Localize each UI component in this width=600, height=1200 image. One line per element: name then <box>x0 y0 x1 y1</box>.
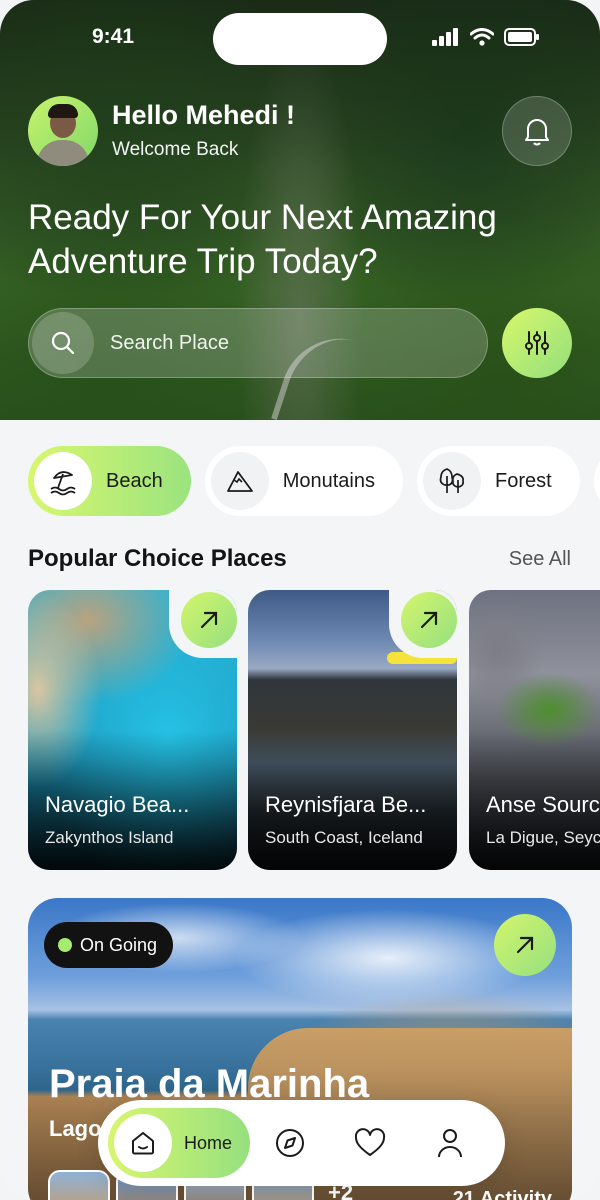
status-badge: On Going <box>44 922 174 968</box>
place-name: Anse Source <box>486 792 600 817</box>
notification-button[interactable] <box>502 96 572 166</box>
arrow-up-right-icon <box>420 611 438 629</box>
category-mountains[interactable]: Monutains <box>204 446 403 516</box>
category-beach[interactable]: Beach <box>28 446 191 516</box>
search-button[interactable] <box>32 312 94 374</box>
search-bar[interactable] <box>28 308 488 378</box>
place-location: La Digue, Seychelles <box>486 828 600 847</box>
activity-count: 21 Activity <box>452 1188 552 1200</box>
compass-icon <box>276 1129 304 1157</box>
open-place-button[interactable] <box>401 592 457 648</box>
mountain-icon <box>226 471 253 492</box>
category-label: Beach <box>106 469 163 492</box>
open-place-button[interactable] <box>181 592 237 648</box>
see-all-link[interactable]: See All <box>509 548 571 571</box>
category-forest[interactable]: Forest <box>417 446 580 516</box>
beach-umbrella-icon <box>50 471 76 496</box>
search-icon <box>51 331 75 355</box>
battery-icon <box>504 28 539 46</box>
place-card[interactable]: Anse Source La Digue, Seychelles <box>469 590 600 870</box>
arrow-up-right-icon <box>200 611 218 629</box>
place-name: Navagio Bea... <box>45 792 190 817</box>
arrow-up-right-icon <box>516 936 534 954</box>
place-name: Reynisfjara Be... <box>265 792 427 817</box>
avatar[interactable] <box>28 96 98 166</box>
filter-button[interactable] <box>502 308 572 378</box>
place-card[interactable]: Reynisfjara Be... South Coast, Iceland <box>248 590 457 870</box>
category-label: Forest <box>495 469 552 492</box>
greeting-title: Hello Mehedi ! <box>112 100 296 131</box>
place-card[interactable]: Navagio Bea... Zakynthos Island <box>28 590 237 870</box>
greeting-subtitle: Welcome Back <box>112 138 239 160</box>
wifi-icon <box>470 28 494 46</box>
popular-places-carousel: Navagio Bea... Zakynthos Island Reynisfj… <box>28 590 600 870</box>
category-label: Monutains <box>282 469 375 492</box>
home-icon <box>132 1132 154 1155</box>
status-icons <box>432 28 540 46</box>
nav-home-label: Home <box>184 1132 233 1153</box>
place-location: South Coast, Iceland <box>265 828 423 847</box>
nav-explore[interactable] <box>250 1108 330 1178</box>
status-bar: 9:41 <box>0 0 600 78</box>
dynamic-island <box>213 13 387 65</box>
tree-icon <box>439 468 464 493</box>
nav-home[interactable]: Home <box>108 1108 250 1178</box>
user-greeting: Hello Mehedi ! Welcome Back <box>28 96 295 166</box>
heart-icon <box>354 1128 386 1156</box>
user-icon <box>438 1129 462 1158</box>
bottom-navigation: Home <box>98 1100 505 1186</box>
trip-thumbnail[interactable] <box>48 1170 110 1200</box>
sliders-icon <box>525 331 549 355</box>
open-trip-button[interactable] <box>494 914 556 976</box>
nav-profile[interactable] <box>410 1108 490 1178</box>
category-chips: Beach Monutains Forest <box>28 446 600 516</box>
status-badge-label: On Going <box>80 934 158 955</box>
hero-headline: Ready For Your Next Amazing Adventure Tr… <box>28 198 497 281</box>
place-location: Zakynthos Island <box>45 828 174 847</box>
status-time: 9:41 <box>92 25 135 48</box>
signal-icon <box>432 28 458 46</box>
search-input[interactable] <box>110 331 440 355</box>
category-more[interactable] <box>593 446 600 516</box>
section-title: Popular Choice Places <box>28 545 287 572</box>
nav-favorites[interactable] <box>330 1108 410 1178</box>
status-dot-icon <box>58 938 72 952</box>
bell-icon <box>525 119 549 146</box>
app-screen: 9:41 Hello Mehedi ! Welcome Back Ready F… <box>0 0 600 1200</box>
